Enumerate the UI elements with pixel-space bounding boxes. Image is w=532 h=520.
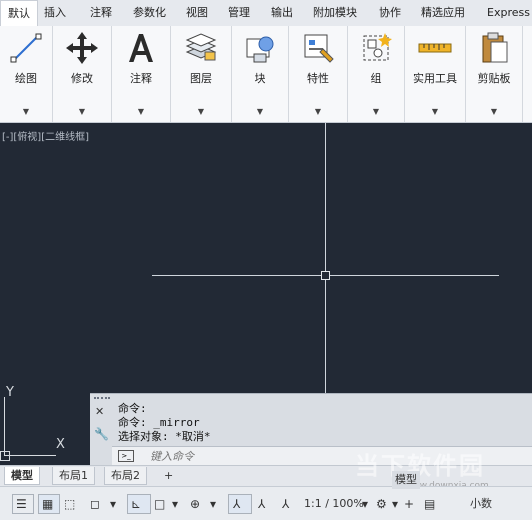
ucs-y-axis	[4, 397, 5, 455]
tab-layout2[interactable]: 布局2	[104, 467, 147, 485]
units-value[interactable]: 小数	[470, 495, 492, 513]
chevron-down-icon[interactable]: ▼	[171, 107, 231, 116]
panel-utilities[interactable]: 实用工具 ▼	[405, 26, 466, 122]
chevron-down-icon[interactable]: ▼	[112, 107, 170, 116]
text-a-icon	[129, 34, 153, 62]
snap-icon[interactable]: ⬚	[64, 495, 75, 513]
measure-ruler-icon	[418, 43, 452, 53]
wrench-icon[interactable]: 🔧	[94, 427, 109, 441]
panel-layers[interactable]: 图层 ▼	[171, 26, 232, 122]
panel-annotation-label: 注释	[130, 72, 152, 85]
tab-view[interactable]: 视图	[186, 0, 208, 26]
gear-icon[interactable]: ⚙	[376, 495, 387, 513]
plus-icon[interactable]: +	[404, 495, 414, 513]
panel-utilities-label: 实用工具	[413, 72, 457, 85]
tab-addins[interactable]: 附加模块	[313, 0, 357, 26]
tab-collaborate[interactable]: 协作	[379, 0, 401, 26]
ucs-x-label: X	[56, 437, 65, 452]
drawing-canvas[interactable]: [-][俯视][二维线框] Y X ✕ 🔧 命令: 命令: _mirror 选择…	[0, 123, 532, 465]
panel-annotation[interactable]: 注释 ▼	[112, 26, 171, 122]
isometric-icon[interactable]: ⊕	[190, 495, 200, 513]
viewport-controls-label[interactable]: [-][俯视][二维线框]	[2, 128, 89, 143]
panel-draw[interactable]: 绘图 ▼	[0, 26, 53, 122]
ribbon: 绘图 ▼ 修改 ▼ 注释 ▼ 图层 ▼ 块 ▼ 特性 ▼ 组 ▼ 实用工具 ▼ …	[0, 26, 532, 123]
chevron-down-icon[interactable]: ▾	[172, 495, 178, 513]
tab-insert[interactable]: 插入	[44, 0, 66, 26]
ucs-x-axis	[4, 455, 56, 456]
close-icon[interactable]: ✕	[95, 405, 104, 418]
add-layout-button[interactable]: +	[158, 467, 179, 484]
annotation-scale-value[interactable]: 1:1 / 100%	[304, 495, 364, 513]
auto-scale-icon[interactable]: ⅄	[258, 495, 265, 513]
command-history-line: 选择对象: *取消*	[118, 430, 211, 443]
panel-group[interactable]: 组 ▼	[348, 26, 405, 122]
chevron-down-icon[interactable]: ▼	[53, 107, 111, 116]
group-icon	[363, 33, 392, 61]
chevron-down-icon[interactable]: ▼	[0, 107, 52, 116]
command-prompt-icon[interactable]: >_	[118, 450, 134, 462]
tab-manage[interactable]: 管理	[228, 0, 250, 26]
panel-properties-label: 特性	[307, 72, 329, 85]
panel-clipboard-label: 剪贴板	[477, 72, 511, 85]
panel-modify[interactable]: 修改 ▼	[53, 26, 112, 122]
chevron-down-icon[interactable]: ▾	[392, 495, 398, 513]
clipboard-icon	[482, 32, 508, 63]
model-space-button[interactable]: 模型	[392, 471, 420, 489]
ribbon-tab-bar: 默认 插入 注释 参数化 视图 管理 输出 附加模块 协作 精选应用 Expre…	[0, 0, 532, 28]
panel-group-label: 组	[370, 72, 382, 85]
tab-express[interactable]: Express	[487, 0, 530, 26]
chevron-down-icon[interactable]: ▾	[210, 495, 216, 513]
panel-modify-label: 修改	[71, 72, 93, 85]
object-snap-icon[interactable]: □	[154, 495, 165, 513]
angle-icon: ⊾	[131, 497, 142, 511]
tab-parametric[interactable]: 参数化	[133, 0, 166, 26]
chevron-down-icon[interactable]: ▾	[110, 495, 116, 513]
move-arrows-icon	[66, 32, 98, 64]
chevron-down-icon[interactable]: ▼	[289, 107, 347, 116]
panel-block[interactable]: 块 ▼	[232, 26, 289, 122]
chevron-down-icon[interactable]: ▼	[232, 107, 288, 116]
chevron-down-icon[interactable]: ▾	[362, 495, 368, 513]
tab-annotate[interactable]: 注释	[90, 0, 112, 26]
ucs-y-label: Y	[6, 385, 14, 400]
tab-featured-apps[interactable]: 精选应用	[421, 0, 465, 26]
panel-draw-label: 绘图	[15, 72, 37, 85]
layers-icon	[185, 33, 217, 61]
panel-layers-label: 图层	[190, 72, 212, 85]
units-icon[interactable]: ▤	[424, 495, 435, 513]
annotation-scale-icon[interactable]: ⅄	[282, 495, 289, 513]
chevron-down-icon[interactable]: ▼	[466, 107, 522, 116]
grid-icon: ▦	[42, 497, 54, 511]
status-bar: ☰ ▦ ⬚ ◻ ▾ ⊾ □ ▾ ⊕ ▾ ⅄ ⅄ ⅄ 1:1 / 100% ▾ ⚙…	[0, 471, 532, 520]
annotate-a-icon: ⅄	[233, 497, 241, 511]
cursor-pickbox	[321, 271, 330, 280]
drag-grip-icon[interactable]	[94, 397, 110, 403]
ortho-icon[interactable]: ◻	[90, 495, 100, 513]
tab-layout1[interactable]: 布局1	[52, 467, 95, 485]
tab-model[interactable]: 模型	[4, 467, 40, 485]
tab-default[interactable]: 默认	[0, 0, 38, 28]
tab-output[interactable]: 输出	[271, 0, 293, 26]
ucs-origin-icon	[0, 451, 10, 461]
block-icon	[246, 36, 274, 63]
panel-block-label: 块	[254, 72, 266, 85]
chevron-down-icon[interactable]: ▼	[348, 107, 404, 116]
chevron-down-icon[interactable]: ▼	[405, 107, 465, 116]
panel-clipboard[interactable]: 剪贴板 ▼	[466, 26, 523, 122]
properties-icon	[304, 34, 334, 63]
line-draw-icon	[10, 33, 42, 63]
list-icon: ☰	[16, 497, 27, 511]
watermark-logo: 当下软件园	[355, 452, 485, 480]
panel-properties[interactable]: 特性 ▼	[289, 26, 348, 122]
